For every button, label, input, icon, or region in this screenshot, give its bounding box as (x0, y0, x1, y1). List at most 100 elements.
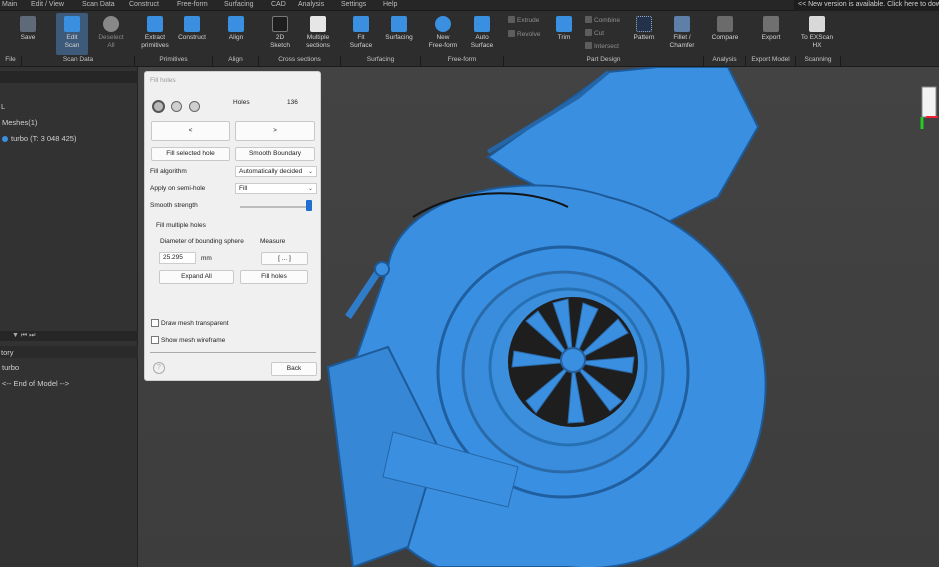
mesh-item-label: turbo (T: 3 048 425) (11, 134, 77, 143)
next-hole-button[interactable]: > (235, 121, 315, 141)
smooth-boundary-button[interactable]: Smooth Boundary (235, 147, 315, 161)
update-notice[interactable]: << New version is available. Click here … (794, 0, 939, 11)
group-file: File (0, 56, 22, 66)
surfacing-icon (391, 16, 407, 32)
trim-icon (556, 16, 572, 32)
revolve-icon (508, 30, 515, 37)
to-exscan-button[interactable]: To EXScan HX (796, 13, 838, 50)
menu-help[interactable]: Help (383, 1, 397, 8)
smooth-strength-slider-handle[interactable] (306, 200, 312, 211)
dialog-title: Fill holes (150, 77, 176, 84)
diameter-label: Diameter of bounding sphere (160, 238, 244, 245)
tree-root[interactable]: L (1, 102, 5, 111)
group-export-model: Export Model (746, 56, 796, 66)
deselect-icon (103, 16, 119, 32)
pattern-icon (636, 16, 652, 32)
axis-gizmo (920, 86, 938, 129)
mode-full-hole-icon[interactable] (152, 100, 165, 113)
back-button[interactable]: Back (271, 362, 317, 376)
semi-hole-select[interactable]: Fill ⌄ (235, 183, 317, 194)
semi-hole-value: Fill (239, 185, 248, 192)
mesh-visibility-icon[interactable] (2, 136, 8, 142)
cut-button[interactable]: Cut (585, 29, 604, 37)
extrude-label: Extrude (517, 17, 540, 24)
trim-button[interactable]: Trim (550, 13, 578, 42)
fill-selected-hole-button[interactable]: Fill selected hole (151, 147, 230, 161)
extract-primitives-label: Extract primitives (141, 34, 169, 49)
intersect-icon (585, 42, 592, 49)
pattern-button[interactable]: Pattern (628, 13, 660, 42)
diameter-input[interactable]: 25.295 (159, 252, 196, 264)
intersect-button[interactable]: Intersect (585, 42, 619, 50)
draw-transparent-checkbox[interactable] (151, 319, 159, 327)
menu-settings[interactable]: Settings (341, 1, 366, 8)
mesh-item[interactable]: turbo (T: 3 048 425) (2, 134, 76, 143)
revolve-button[interactable]: Revolve (508, 30, 540, 38)
save-button[interactable]: Save (12, 13, 44, 42)
menu-cad[interactable]: CAD (271, 1, 286, 8)
fillet-label: Fillet / Chamfer (669, 34, 695, 49)
menu-scan-data[interactable]: Scan Data (82, 1, 115, 8)
chevron-down-icon: ⌄ (307, 186, 313, 192)
mode-semi-hole-icon[interactable] (171, 101, 182, 112)
align-icon (228, 16, 244, 32)
sections-icon (310, 16, 326, 32)
fillet-chamfer-button[interactable]: Fillet / Chamfer (664, 13, 700, 50)
extrude-button[interactable]: Extrude (508, 16, 539, 24)
freeform-label: New Free-form (428, 34, 458, 49)
diameter-unit: mm (201, 255, 212, 262)
fill-algorithm-select[interactable]: Automatically decided ⌄ (235, 166, 317, 177)
group-cross-sections: Cross sections (259, 56, 341, 66)
auto-surface-label: Auto Surface (470, 34, 494, 49)
group-analysis: Analysis (704, 56, 746, 66)
combine-button[interactable]: Combine (585, 16, 620, 24)
export-label: Export (761, 34, 781, 41)
group-scanning: Scanning (796, 56, 841, 66)
pattern-label: Pattern (633, 34, 655, 41)
construct-button[interactable]: Construct (174, 13, 210, 42)
menu-surfacing[interactable]: Surfacing (224, 1, 254, 8)
smooth-strength-track[interactable] (240, 206, 312, 208)
extract-primitives-button[interactable]: Extract primitives (137, 13, 173, 50)
menu-main[interactable]: Main (2, 1, 17, 8)
mode-all-icon[interactable] (189, 101, 200, 112)
edit-scan-button[interactable]: Edit Scan (56, 13, 88, 55)
multiple-sections-button[interactable]: Multiple sections (300, 13, 336, 50)
fit-surface-button[interactable]: Fit Surface (345, 13, 377, 50)
help-icon[interactable]: ? (153, 362, 165, 374)
measure-button[interactable]: [ ... ] (261, 252, 308, 265)
align-button[interactable]: Align (222, 13, 250, 42)
meshes-node[interactable]: Meshes(1) (2, 118, 37, 127)
edit-scan-icon (64, 16, 80, 32)
combine-icon (585, 16, 592, 23)
surfacing-label: Surfacing (385, 34, 413, 41)
cut-label: Cut (594, 30, 605, 37)
menu-construct[interactable]: Construct (129, 1, 159, 8)
fill-holes-button[interactable]: Fill holes (240, 270, 308, 284)
edit-scan-label: Edit Scan (64, 34, 80, 49)
auto-surface-button[interactable]: Auto Surface (466, 13, 498, 50)
menu-edit-view[interactable]: Edit / View (31, 1, 64, 8)
deselect-all-button[interactable]: Deselect All (94, 13, 128, 50)
combine-label: Combine (594, 17, 621, 24)
menu-free-form[interactable]: Free-form (177, 1, 208, 8)
fill-multiple-label: Fill multiple holes (156, 222, 206, 229)
sketch-label: 2D Sketch (270, 34, 290, 49)
export-button[interactable]: Export (755, 13, 787, 42)
2d-sketch-button[interactable]: 2D Sketch (264, 13, 296, 50)
expand-all-button[interactable]: Expand All (159, 270, 234, 284)
compare-button[interactable]: Compare (707, 13, 743, 42)
history-nav-icons[interactable]: ▼ ⏮ ⏭ (12, 332, 35, 340)
semi-hole-label: Apply on semi-hole (150, 185, 206, 192)
group-part-design: Part Design (504, 56, 704, 66)
deselect-label: Deselect All (98, 34, 124, 49)
history-item[interactable]: turbo (2, 363, 19, 372)
history-header: tory (0, 346, 138, 358)
chevron-down-icon: ⌄ (307, 169, 313, 175)
show-wireframe-checkbox[interactable] (151, 336, 159, 344)
new-free-form-button[interactable]: New Free-form (424, 13, 462, 50)
holes-label: Holes (233, 99, 250, 106)
previous-hole-button[interactable]: < (151, 121, 230, 141)
surfacing-button[interactable]: Surfacing (381, 13, 417, 42)
menu-analysis[interactable]: Analysis (298, 1, 324, 8)
